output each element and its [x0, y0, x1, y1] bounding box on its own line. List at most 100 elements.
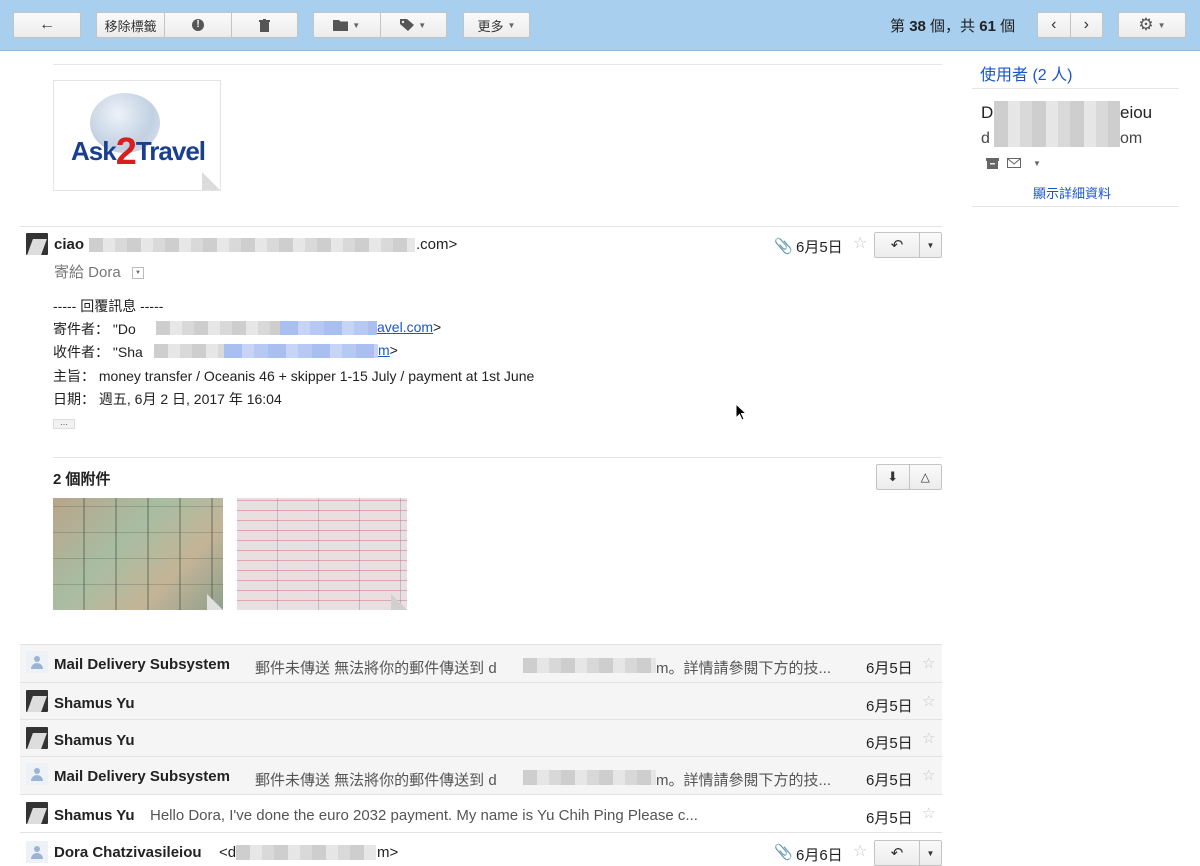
attachment-thumbnail[interactable]: [53, 498, 223, 610]
row-email-end: m>: [377, 844, 399, 861]
avatar: [26, 802, 48, 824]
person-name-start: D: [981, 103, 994, 122]
divider: [53, 64, 942, 65]
row-snippet-end: m。詳情請參閱下方的技...: [656, 660, 831, 677]
settings-button[interactable]: ⚙ ▼: [1118, 12, 1186, 38]
sender-name: ciao: [54, 236, 85, 253]
row-sender: Mail Delivery Subsystem: [54, 768, 230, 785]
cursor-icon: [735, 403, 747, 421]
thread-message-row[interactable]: Mail Delivery Subsystem 郵件未傳送 無法將你的郵件傳送到…: [20, 644, 942, 683]
redacted-text: [154, 344, 224, 358]
tag-icon: [400, 19, 415, 31]
chevron-down-icon: ▼: [926, 240, 935, 250]
more-actions-button[interactable]: ▼: [920, 233, 941, 257]
from-email-link[interactable]: avel.com>: [377, 319, 441, 335]
show-details-link[interactable]: 顯示詳細資料: [1033, 183, 1111, 202]
row-sender: Shamus Yu: [54, 807, 135, 824]
row-date: 6月5日: [866, 660, 913, 677]
report-spam-icon: !: [191, 19, 204, 31]
row-sender: Mail Delivery Subsystem: [54, 656, 230, 673]
attachment-actions: ⬇ △: [876, 464, 942, 490]
conversation-view: Ask2Travel ciao .com> 寄給 Dora ▼ 📎 6月5日 ☆…: [20, 51, 942, 866]
remove-label-button[interactable]: 移除標籤: [97, 13, 166, 37]
default-avatar: [26, 651, 48, 673]
from-line: 寄件者： "Do: [53, 321, 136, 337]
logo-image: Ask2Travel: [53, 80, 221, 191]
older-button[interactable]: ›: [1071, 13, 1103, 37]
redacted-email: [523, 770, 656, 785]
star-icon[interactable]: ☆: [853, 841, 867, 861]
chevron-left-icon: ‹: [1051, 16, 1057, 33]
redacted-link: [280, 321, 377, 335]
reply-button[interactable]: ↶: [875, 841, 920, 865]
star-icon[interactable]: ☆: [853, 233, 867, 253]
more-button[interactable]: 更多 ▼: [463, 12, 530, 38]
person-email-start: d: [981, 130, 990, 147]
recipient-details-toggle[interactable]: ▼: [132, 267, 144, 279]
reply-icon: ↶: [890, 845, 904, 862]
row-snippet-end: m。詳情請參閱下方的技...: [656, 772, 831, 789]
row-snippet: 郵件未傳送 無法將你的郵件傳送到 d: [255, 772, 497, 789]
redacted-email: [523, 658, 656, 673]
thread-message-row[interactable]: Shamus Yu Hello Dora, I've done the euro…: [20, 794, 942, 833]
divider: [972, 88, 1179, 89]
chevron-down-icon: ▼: [926, 848, 935, 858]
reply-button-group: ↶ ▼: [874, 232, 942, 258]
default-avatar: [26, 763, 48, 785]
reply-separator: ----- 回覆訊息 -----: [53, 298, 164, 314]
newer-button[interactable]: ‹: [1038, 13, 1071, 37]
action-button-group: 移除標籤 !: [96, 12, 298, 38]
move-to-button[interactable]: ▼: [314, 13, 381, 37]
thread-message-row[interactable]: Shamus Yu 6月5日 ☆: [20, 719, 942, 757]
delete-button[interactable]: [232, 13, 297, 37]
default-avatar: [26, 841, 48, 863]
reply-icon: ↶: [890, 237, 904, 254]
thread-message-row[interactable]: Mail Delivery Subsystem 郵件未傳送 無法將你的郵件傳送到…: [20, 756, 942, 795]
row-date: 6月5日: [866, 772, 913, 789]
reply-button-group: ↶ ▼: [874, 840, 942, 866]
to-email-link[interactable]: m>: [378, 342, 398, 358]
star-icon[interactable]: ☆: [922, 692, 935, 710]
labels-button[interactable]: ▼: [381, 13, 447, 37]
row-sender: Shamus Yu: [54, 732, 135, 749]
redacted-email: [89, 238, 415, 252]
chevron-down-icon[interactable]: ▼: [1033, 159, 1041, 168]
download-all-button[interactable]: ⬇: [877, 465, 910, 489]
row-date: 6月5日: [866, 810, 913, 827]
arrow-left-icon: ←: [39, 16, 55, 33]
attachment-thumbnail[interactable]: [237, 498, 407, 610]
attachments-title: 2 個附件: [53, 471, 111, 488]
message-date: 6月5日: [796, 239, 843, 256]
avatar: [26, 233, 48, 255]
person-email-end: om: [1120, 130, 1143, 147]
date-line: 日期： 週五, 6月 2 日, 2017 年 16:04: [53, 391, 282, 407]
person-name-end: eiou: [1120, 103, 1153, 122]
reply-button[interactable]: ↶: [875, 233, 920, 257]
star-icon[interactable]: ☆: [922, 729, 935, 747]
star-icon[interactable]: ☆: [922, 654, 935, 672]
star-icon[interactable]: ☆: [922, 766, 935, 784]
drive-icon: △: [920, 470, 930, 484]
subject-line: 主旨： money transfer / Oceanis 46 + skippe…: [53, 368, 535, 384]
email-icon[interactable]: [1007, 158, 1021, 168]
star-icon[interactable]: ☆: [922, 804, 935, 822]
report-spam-button[interactable]: !: [165, 13, 232, 37]
to-line: 收件者： "Sha: [53, 344, 143, 360]
trash-icon: [258, 18, 270, 32]
row-sender: Dora Chatzivasileiou: [54, 844, 202, 861]
row-snippet: Hello Dora, I've done the euro 2032 paym…: [150, 807, 698, 824]
row-date: 6月5日: [866, 698, 913, 715]
row-sender: Shamus Yu: [54, 695, 135, 712]
save-to-drive-button[interactable]: △: [910, 465, 942, 489]
avatar: [26, 690, 48, 712]
more-actions-button[interactable]: ▼: [920, 841, 941, 865]
people-title[interactable]: 使用者 (2 人): [980, 61, 1072, 85]
show-trimmed-button[interactable]: ...: [53, 418, 75, 429]
thread-message-row[interactable]: Shamus Yu 6月5日 ☆: [20, 682, 942, 720]
back-button[interactable]: ←: [13, 12, 81, 38]
divider: [972, 206, 1179, 207]
divider: [53, 457, 942, 458]
download-icon: ⬇: [887, 469, 899, 484]
thread-message-row[interactable]: Dora Chatzivasileiou <d m> 📎 6月6日 ☆ ↶ ▼: [20, 832, 942, 866]
archive-icon[interactable]: [986, 158, 999, 169]
